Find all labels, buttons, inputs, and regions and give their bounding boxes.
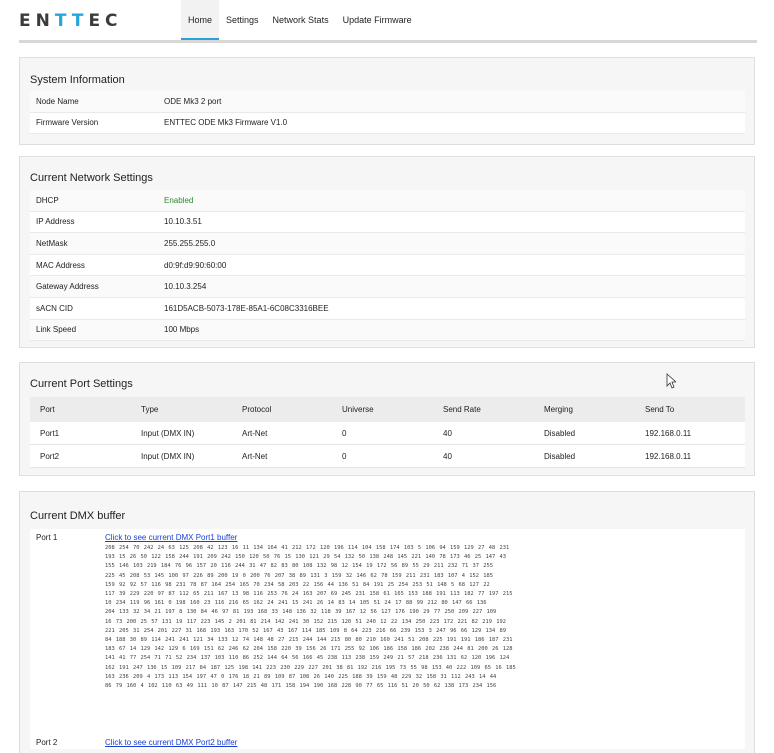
row-key: DHCP — [36, 195, 59, 205]
row-value: 161D5ACB-5073-178E-85A1-6C08C3316BEE — [164, 303, 329, 313]
row-value: ENTTEC ODE Mk3 Firmware V1.0 — [164, 118, 288, 128]
row-value: 10.10.3.254 — [164, 282, 207, 292]
dmx-value-line: 84 188 30 89 114 241 241 121 34 133 12 7… — [105, 637, 513, 644]
table-row: Port1 Input (DMX IN) Art-Net 0 40 Disabl… — [30, 422, 745, 445]
table-row: Firmware Version ENTTEC ODE Mk3 Firmware… — [30, 112, 745, 135]
column-header: Type — [141, 405, 159, 414]
dmx-port1-link[interactable]: Click to see current DMX Port1 buffer — [105, 533, 237, 542]
row-key: Firmware Version — [36, 118, 99, 128]
dmx-value-line: 162 191 247 136 15 109 217 84 187 125 19… — [105, 664, 516, 671]
dmx-buffer-panel: Current DMX buffer Port 1 Click to see c… — [19, 491, 755, 753]
cell: 0 — [342, 428, 347, 438]
dmx-value-line: 16 73 200 25 57 131 19 117 223 145 2 201… — [105, 618, 506, 625]
top-header: ENTTEC Home Settings Network Stats Updat… — [0, 0, 774, 40]
system-info-panel: System Information Node Name ODE Mk3 2 p… — [19, 57, 755, 145]
table-row: DHCP Enabled — [30, 190, 745, 212]
row-key: NetMask — [36, 238, 68, 248]
table-row: Port2 Input (DMX IN) Art-Net 0 40 Disabl… — [30, 445, 745, 468]
dmx-value-line: 141 41 77 254 71 71 52 234 137 103 110 8… — [105, 655, 510, 662]
enttec-logo[interactable]: ENTTEC — [19, 11, 123, 31]
dmx-value-line: 193 15 26 50 122 158 244 191 209 242 150… — [105, 554, 506, 561]
logo-text-left: EN — [19, 11, 55, 31]
table-row: MAC Address d0:9f:d9:90:60:00 — [30, 254, 745, 277]
row-key: Gateway Address — [36, 282, 99, 292]
dmx-value-line: 117 39 229 220 97 87 112 65 211 167 13 9… — [105, 591, 513, 598]
logo-text-right: EC — [88, 11, 123, 31]
table-row: sACN CID 161D5ACB-5073-178E-85A1-6C08C33… — [30, 297, 745, 320]
dmx-value-line: 159 92 92 57 116 98 231 78 87 164 254 16… — [105, 581, 490, 588]
dmx-value-line: 183 67 14 129 142 129 6 169 151 62 246 6… — [105, 646, 513, 653]
cell: Port2 — [40, 451, 60, 461]
row-value: d0:9f:d9:90:60:00 — [164, 260, 227, 270]
cell: 192.168.0.11 — [645, 451, 692, 461]
dmx-value-line: 10 234 119 96 161 0 198 160 23 116 216 6… — [105, 600, 487, 607]
row-value: 100 Mbps — [164, 325, 200, 335]
dmx-port1-values: 208 254 70 242 24 63 125 208 42 123 16 1… — [105, 544, 545, 691]
row-key: sACN CID — [36, 303, 73, 313]
dmx-value-line: 225 45 208 53 145 100 97 226 89 200 19 0… — [105, 572, 493, 579]
dmx-buffer-title: Current DMX buffer — [30, 510, 126, 522]
row-key: Link Speed — [36, 325, 77, 335]
table-row: Gateway Address 10.10.3.254 — [30, 276, 745, 298]
dmx-value-line: 204 133 32 34 21 197 8 130 84 46 97 81 1… — [105, 609, 497, 616]
table-header-row: Port Type Protocol Universe Send Rate Me… — [30, 397, 745, 422]
table-row: NetMask 255.255.255.0 — [30, 233, 745, 255]
cell: Art-Net — [242, 428, 268, 438]
cell: Art-Net — [242, 451, 268, 461]
row-value: 255.255.255.0 — [164, 238, 216, 248]
cell: Input (DMX IN) — [141, 428, 195, 438]
row-value: ODE Mk3 2 port — [164, 96, 222, 106]
nav-settings[interactable]: Settings — [219, 0, 266, 40]
nav-network-stats[interactable]: Network Stats — [266, 0, 336, 40]
cell: 40 — [443, 451, 452, 461]
column-header: Universe — [342, 405, 374, 414]
cell: Input (DMX IN) — [141, 451, 195, 461]
column-header: Send To — [645, 405, 675, 414]
column-header: Send Rate — [443, 405, 481, 414]
table-row: Node Name ODE Mk3 2 port — [30, 91, 745, 113]
dmx-value-line: 86 79 160 4 102 110 63 49 111 10 87 147 … — [105, 683, 497, 690]
row-key: Node Name — [36, 96, 79, 106]
port-settings-panel: Current Port Settings Port Type Protocol… — [19, 362, 755, 476]
network-settings-title: Current Network Settings — [30, 172, 153, 184]
system-info-table: Node Name ODE Mk3 2 port Firmware Versio… — [30, 91, 745, 135]
network-settings-table: DHCP Enabled IP Address 10.10.3.51 NetMa… — [30, 190, 745, 342]
system-info-title: System Information — [30, 74, 125, 86]
cell: Disabled — [544, 451, 576, 461]
column-header: Protocol — [242, 405, 272, 414]
dmx-port2-label: Port 2 — [36, 738, 58, 747]
cell: Disabled — [544, 428, 576, 438]
dmx-value-line: 155 146 103 219 184 76 96 157 20 116 244… — [105, 563, 493, 570]
column-header: Port — [40, 405, 55, 414]
column-header: Merging — [544, 405, 573, 414]
dhcp-status: Enabled — [164, 195, 194, 205]
port-settings-table: Port Type Protocol Universe Send Rate Me… — [30, 397, 745, 468]
table-row: IP Address 10.10.3.51 — [30, 211, 745, 234]
row-key: IP Address — [36, 217, 75, 227]
dmx-port2-link[interactable]: Click to see current DMX Port2 buffer — [105, 738, 237, 747]
dmx-port1-label: Port 1 — [36, 533, 58, 542]
network-settings-panel: Current Network Settings DHCP Enabled IP… — [19, 156, 755, 348]
cell: 40 — [443, 428, 452, 438]
header-divider — [19, 40, 757, 43]
row-value: 10.10.3.51 — [164, 217, 202, 227]
cell: 192.168.0.11 — [645, 428, 692, 438]
mouse-cursor-icon — [666, 373, 676, 389]
dmx-value-line: 221 205 31 254 201 227 31 168 193 163 17… — [105, 627, 506, 634]
dmx-value-line: 208 254 70 242 24 63 125 208 42 123 16 1… — [105, 545, 510, 551]
logo-text-accent: TT — [54, 11, 89, 31]
main-nav: Home Settings Network Stats Update Firmw… — [181, 0, 419, 40]
port-settings-title: Current Port Settings — [30, 378, 133, 390]
nav-update-firmware[interactable]: Update Firmware — [336, 0, 419, 40]
cell: Port1 — [40, 428, 60, 438]
nav-home[interactable]: Home — [181, 0, 220, 40]
row-key: MAC Address — [36, 260, 85, 270]
dmx-buffer-area: Port 1 Click to see current DMX Port1 bu… — [30, 529, 745, 749]
cell: 0 — [342, 451, 347, 461]
dmx-value-line: 163 236 209 4 173 113 154 197 47 0 176 1… — [105, 673, 497, 680]
table-row: Link Speed 100 Mbps — [30, 319, 745, 342]
